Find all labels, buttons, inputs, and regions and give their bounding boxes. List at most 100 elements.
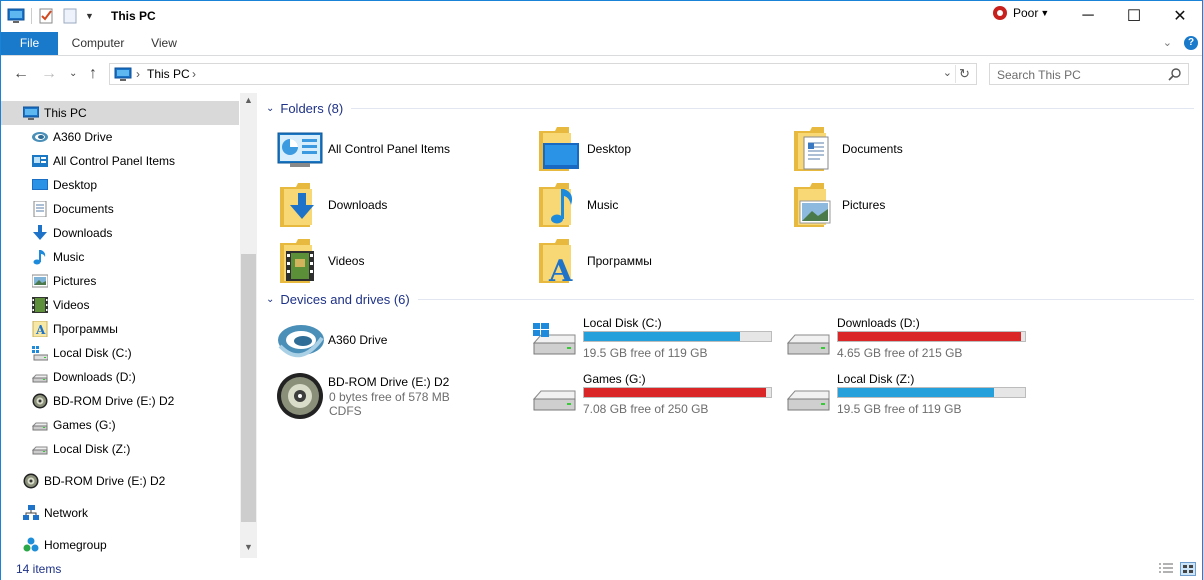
tab-file[interactable]: File	[1, 32, 58, 55]
sidebar-item[interactable]: BD-ROM Drive (E:) D2	[23, 469, 165, 493]
drive-icon	[31, 417, 48, 433]
sidebar-item[interactable]: Documents	[32, 197, 114, 221]
drive-tile[interactable]: Local Disk (C:) 19.5 GB free of 119 GB	[531, 315, 781, 367]
tab-view[interactable]: View	[141, 32, 187, 55]
collapse-chevron-icon[interactable]: ⌄	[266, 103, 274, 114]
drive-usage-bar	[837, 331, 1026, 342]
programs-icon: A	[32, 320, 48, 338]
sidebar-item[interactable]: Downloads (D:)	[31, 365, 136, 389]
sidebar-item[interactable]: A Программы	[32, 317, 118, 341]
folder-tile[interactable]: Desktop	[535, 125, 631, 173]
a360-drive-tile[interactable]: A360 Drive	[276, 316, 387, 364]
sidebar-item[interactable]: Music	[32, 245, 84, 269]
large-icons-view-icon[interactable]	[1180, 562, 1196, 576]
sidebar-item-label: Desktop	[53, 178, 98, 192]
content-pane: ⌄ Folders (8) All Control Panel Items Des…	[258, 93, 1202, 558]
properties-icon[interactable]	[37, 7, 55, 25]
folder-tile[interactable]: Downloads	[276, 181, 387, 229]
navigation-pane-scrollbar[interactable]: ▲ ▼	[240, 93, 257, 558]
disc-drive-icon	[23, 473, 39, 489]
sidebar-item[interactable]: Downloads	[32, 221, 112, 245]
sidebar-item[interactable]: Videos	[32, 293, 89, 317]
scrollbar-thumb[interactable]	[241, 254, 256, 522]
address-history-chevron-icon[interactable]: ⌄	[943, 66, 952, 79]
breadcrumb-separator-icon[interactable]: ›	[136, 67, 140, 81]
folder-tile[interactable]: Videos	[276, 237, 364, 285]
scroll-up-chevron-icon[interactable]: ▲	[240, 95, 257, 111]
new-folder-icon[interactable]	[61, 7, 79, 25]
drive-free-space: 7.08 GB free of 250 GB	[583, 402, 709, 416]
address-bar[interactable]: › This PC › ⌄ ↻	[109, 63, 977, 85]
folder-tile[interactable]: Pictures	[790, 181, 885, 229]
this-pc-icon	[22, 105, 40, 121]
scroll-down-chevron-icon[interactable]: ▼	[240, 542, 257, 558]
sidebar-item[interactable]: Games (G:)	[31, 413, 116, 437]
sidebar-item[interactable]: A360 Drive	[32, 125, 112, 149]
drives-group-title: Devices and drives (6)	[280, 292, 410, 307]
music-icon	[32, 249, 48, 265]
connection-quality-indicator[interactable]: Poor ▼	[993, 6, 1049, 20]
collapse-chevron-icon[interactable]: ⌄	[266, 294, 274, 305]
navigation-pane: This PC A360 Drive All Control Panel Items…	[1, 93, 257, 558]
breadcrumb-this-pc[interactable]: This PC	[147, 67, 190, 81]
folder-label: Pictures	[842, 198, 886, 212]
this-pc-icon	[114, 67, 132, 84]
sidebar-item[interactable]: This PC	[1, 101, 239, 125]
sidebar-item[interactable]: All Control Panel Items	[32, 149, 175, 173]
folder-label: Documents	[842, 142, 903, 156]
help-icon[interactable]: ?	[1184, 36, 1198, 50]
sidebar-item-label: Videos	[53, 298, 90, 312]
window-title: This PC	[111, 9, 156, 23]
desktop-folder-icon	[535, 125, 583, 173]
folder-tile[interactable]: Documents	[790, 125, 903, 173]
drive-usage-bar	[583, 331, 772, 342]
maximize-button[interactable]: ☐	[1111, 1, 1157, 31]
tab-computer[interactable]: Computer	[61, 32, 135, 55]
folder-label: Videos	[328, 254, 365, 268]
refresh-icon[interactable]: ↻	[955, 65, 973, 83]
drive-tile[interactable]: Downloads (D:) 4.65 GB free of 215 GB	[785, 315, 1035, 367]
forward-arrow-icon[interactable]: →	[41, 65, 57, 83]
search-box[interactable]: Search This PC	[989, 63, 1189, 85]
drive-free-space: 19.5 GB free of 119 GB	[583, 346, 708, 360]
bdrom-drive-label: BD-ROM Drive (E:) D2	[328, 375, 450, 389]
close-button[interactable]: ✕	[1157, 1, 1203, 31]
drives-group-header[interactable]: ⌄ Devices and drives (6)	[266, 292, 1194, 307]
sidebar-item-label: Network	[44, 506, 89, 520]
folder-tile[interactable]: Music	[535, 181, 618, 229]
recent-locations-chevron-icon[interactable]: ⌄	[69, 68, 77, 79]
sidebar-item-label: All Control Panel Items	[53, 154, 176, 168]
drive-tile[interactable]: Games (G:) 7.08 GB free of 250 GB	[531, 371, 781, 423]
drive-tile[interactable]: Local Disk (Z:) 19.5 GB free of 119 GB	[785, 371, 1035, 423]
folder-tile[interactable]: A Программы	[535, 237, 652, 285]
explorer-window: ▼ This PC Poor ▼ ─ ☐ ✕ File Computer Vie…	[0, 0, 1203, 580]
breadcrumb-separator-icon[interactable]: ›	[192, 67, 196, 81]
expand-ribbon-icon[interactable]: ⌄	[1163, 36, 1172, 49]
sidebar-item[interactable]: BD-ROM Drive (E:) D2	[32, 389, 174, 413]
videos-icon	[32, 297, 48, 313]
minimize-button[interactable]: ─	[1065, 1, 1111, 31]
back-arrow-icon[interactable]: ←	[13, 65, 29, 83]
sidebar-item[interactable]: Local Disk (Z:)	[31, 437, 130, 461]
sidebar-item[interactable]: Pictures	[31, 269, 96, 293]
sidebar-item[interactable]: Network	[23, 501, 88, 525]
details-view-icon[interactable]	[1158, 562, 1174, 576]
connection-quality-label: Poor	[1013, 6, 1039, 20]
sidebar-item[interactable]: Local Disk (C:)	[32, 341, 132, 365]
customize-qat-chevron-icon[interactable]: ▼	[85, 11, 94, 21]
folders-group-header[interactable]: ⌄ Folders (8)	[266, 101, 1194, 116]
connection-quality-icon	[993, 6, 1007, 20]
search-icon[interactable]	[1168, 67, 1182, 84]
up-arrow-icon[interactable]: ↑	[89, 65, 97, 83]
sidebar-item-label: Documents	[53, 202, 114, 216]
drive-usage-bar	[583, 387, 772, 398]
drive-usage-bar	[837, 387, 1026, 398]
this-pc-icon[interactable]	[7, 7, 25, 25]
sidebar-item[interactable]: Desktop	[32, 173, 97, 197]
drive-usage-fill	[584, 332, 741, 341]
title-bar: ▼ This PC Poor ▼ ─ ☐ ✕	[1, 1, 1202, 32]
ribbon-tabs: File Computer View ⌄ ?	[1, 32, 1202, 56]
folder-tile[interactable]: All Control Panel Items	[276, 125, 450, 173]
drive-label: Local Disk (Z:)	[837, 372, 915, 386]
sidebar-item[interactable]: Homegroup	[23, 533, 107, 557]
